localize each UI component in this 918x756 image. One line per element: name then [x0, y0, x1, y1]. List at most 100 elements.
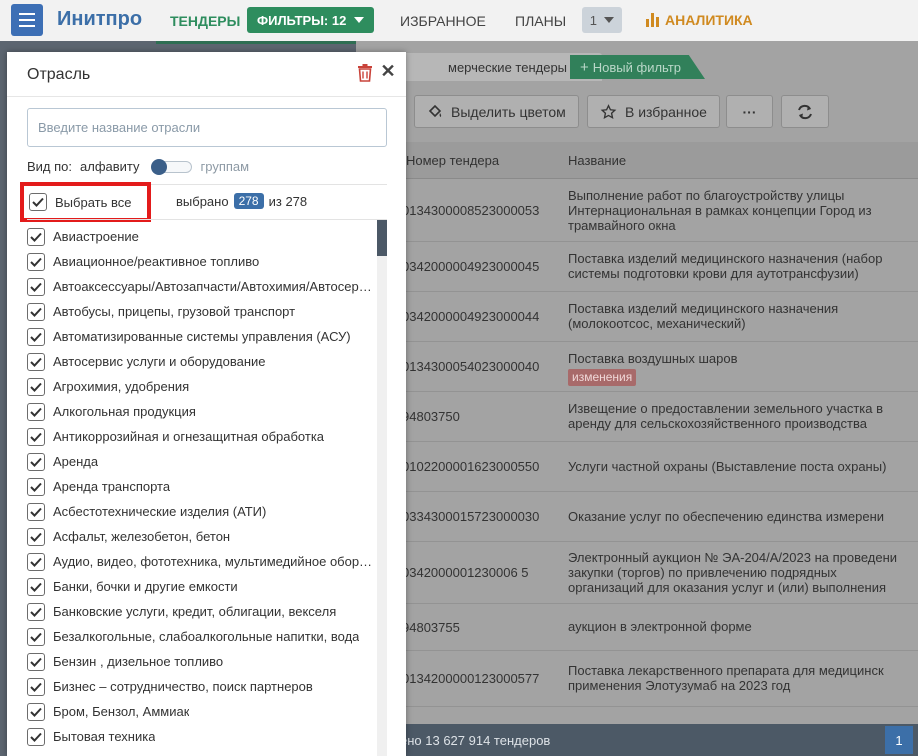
tender-number[interactable]: 94803755 — [402, 620, 460, 635]
nav-analytics-label: АНАЛИТИКА — [665, 12, 753, 28]
table-row[interactable]: 0134300008523000053 Выполнение работ по б… — [356, 180, 918, 242]
industry-item[interactable]: Агрохимия, удобрения — [27, 374, 377, 399]
panel-title: Отрасль — [27, 66, 91, 83]
industry-search-input[interactable] — [27, 108, 387, 147]
tender-title-cell[interactable]: Выполнение работ по благоустройству улиц… — [568, 188, 918, 233]
industry-item[interactable]: Бензин , дизельное топливо — [27, 649, 377, 674]
tender-number[interactable]: 94803750 — [402, 409, 460, 424]
industry-item[interactable]: Бытовая техника — [27, 724, 377, 749]
tab-new-filter[interactable]: + Новый фильтр — [570, 55, 705, 79]
tender-number[interactable]: 0134300008523000053 — [402, 203, 539, 218]
table-row[interactable]: 0342000004923000044 Поставка изделий меди… — [356, 292, 918, 342]
more-actions-button[interactable]: ··· — [726, 95, 773, 128]
tender-title: Электронный аукцион № ЭА-204/А/2023 на п… — [568, 550, 898, 595]
tender-title-cell[interactable]: Электронный аукцион № ЭА-204/А/2023 на п… — [568, 550, 918, 595]
tender-number[interactable]: 0134300054023000040 — [402, 359, 539, 374]
table-row[interactable]: 94803755 аукцион в электронной форме — [356, 604, 918, 651]
tender-title-cell[interactable]: Поставка лекарственного препарата для ме… — [568, 663, 918, 693]
nav-tenders[interactable]: ТЕНДЕРЫ — [170, 13, 240, 29]
divider — [27, 219, 387, 220]
tender-title-cell[interactable]: Поставка изделий медицинского назначения… — [568, 251, 918, 281]
tender-number[interactable]: 0334300015723000030 — [402, 509, 539, 524]
table-row[interactable]: 0134200000123000577 Поставка лекарственно… — [356, 651, 918, 707]
checkbox-checked-icon — [27, 352, 45, 371]
selected-count: выбрано 278 из 278 — [176, 193, 307, 209]
industry-item[interactable]: Бром, Бензол, Аммиак — [27, 699, 377, 724]
nav-plans[interactable]: ПЛАНЫ — [515, 13, 566, 29]
tender-number[interactable]: 0102200001623000550 — [402, 459, 539, 474]
industry-item[interactable]: Банки, бочки и другие емкости — [27, 574, 377, 599]
industry-item-label: Алкогольная продукция — [53, 404, 196, 419]
menu-icon[interactable] — [11, 4, 43, 36]
nav-favorites[interactable]: ИЗБРАННОЕ — [400, 13, 486, 29]
checkbox-checked-icon — [27, 577, 45, 596]
tender-number[interactable]: 0342000001230006 5 — [402, 565, 529, 580]
view-alphabet-option[interactable]: алфавиту — [80, 159, 140, 174]
column-header-name[interactable]: Название — [568, 153, 626, 168]
industry-item[interactable]: Аренда — [27, 449, 377, 474]
tender-title-cell[interactable]: Поставка воздушных шаров изменения — [568, 351, 918, 386]
checkbox-checked-icon — [27, 702, 45, 721]
industry-item[interactable]: Автоматизированные системы управления (А… — [27, 324, 377, 349]
trash-icon[interactable] — [357, 64, 373, 82]
table-row[interactable]: 94803750 Извещение о предоставлении земел… — [356, 392, 918, 442]
list-scrollbar[interactable] — [377, 220, 387, 756]
plans-count-dropdown[interactable]: 1 — [582, 7, 622, 33]
checkbox-checked-icon — [29, 193, 47, 211]
grid-footer: ено 13 627 914 тендеров 1 — [356, 724, 918, 756]
industry-item[interactable]: Безалкогольные, слабоалкогольные напитки… — [27, 624, 377, 649]
checkbox-checked-icon — [27, 677, 45, 696]
industry-item[interactable]: Аудио, видео, фототехника, мультимедийно… — [27, 549, 377, 574]
tab-new-filter-label: Новый фильтр — [592, 59, 681, 75]
industry-item[interactable]: Авиационное/реактивное топливо — [27, 249, 377, 274]
industry-item[interactable]: Автобусы, прицепы, грузовой транспорт — [27, 299, 377, 324]
selected-total: из 278 — [268, 193, 308, 209]
page-number-button[interactable]: 1 — [885, 726, 913, 754]
industry-item[interactable]: Алкогольная продукция — [27, 399, 377, 424]
tender-title-cell[interactable]: Извещение о предоставлении земельного уч… — [568, 401, 918, 431]
tender-title-cell[interactable]: Услуги частной охраны (Выставление поста… — [568, 459, 918, 474]
industry-item[interactable]: Антикоррозийная и огнезащитная обработка — [27, 424, 377, 449]
table-row[interactable]: 0334300015723000030 Оказание услуг по обе… — [356, 492, 918, 542]
view-mode-switch[interactable] — [150, 158, 192, 175]
industry-item[interactable]: Аренда транспорта — [27, 474, 377, 499]
table-row[interactable]: 0342000001230006 5 Электронный аукцион № … — [356, 542, 918, 604]
chevron-down-icon — [354, 17, 365, 23]
industry-item[interactable]: Асфальт, железобетон, бетон — [27, 524, 377, 549]
industry-item[interactable]: Банковские услуги, кредит, облигации, ве… — [27, 599, 377, 624]
refresh-button[interactable] — [781, 95, 829, 128]
tender-number[interactable]: 0342000004923000045 — [402, 259, 539, 274]
column-header-number[interactable]: Номер тендера — [406, 153, 499, 168]
table-row[interactable]: 0134300054023000040 Поставка воздушных ша… — [356, 342, 918, 392]
tab-label: мерческие тендеры — [448, 59, 568, 75]
add-to-favorites-button[interactable]: В избранное — [587, 95, 720, 128]
checkbox-checked-icon — [27, 477, 45, 496]
app-logo[interactable]: Инитпро — [57, 8, 142, 31]
table-row[interactable]: 0102200001623000550 Услуги частной охраны… — [356, 442, 918, 492]
checkbox-checked-icon — [27, 377, 45, 396]
industry-item[interactable]: Бизнес – сотрудничество, поиск партнеров — [27, 674, 377, 699]
industry-item[interactable]: Автоаксессуары/Автозапчасти/Автохимия/Ав… — [27, 274, 377, 299]
tender-number[interactable]: 0134200000123000577 — [402, 671, 539, 686]
industry-item[interactable]: Автосервис услуги и оборудование — [27, 349, 377, 374]
checkbox-checked-icon — [27, 502, 45, 521]
tender-title-cell[interactable]: Оказание услуг по обеспечению единства и… — [568, 509, 918, 524]
industry-item-label: Автобусы, прицепы, грузовой транспорт — [53, 304, 296, 319]
industry-item[interactable]: Асбестотехнические изделия (АТИ) — [27, 499, 377, 524]
nav-analytics[interactable]: АНАЛИТИКА — [646, 12, 753, 28]
view-groups-option[interactable]: группам — [201, 159, 250, 174]
table-row[interactable]: 0342000004923000045 Поставка изделий меди… — [356, 242, 918, 292]
highlight-color-button[interactable]: Выделить цветом — [414, 95, 579, 128]
chevron-down-icon — [604, 17, 615, 23]
tender-title-cell[interactable]: аукцион в электронной форме — [568, 619, 918, 634]
tender-title-cell[interactable]: Поставка изделий медицинского назначения… — [568, 301, 918, 331]
select-all-checkbox[interactable]: Выбрать все — [29, 193, 131, 211]
checkbox-checked-icon — [27, 527, 45, 546]
industry-item[interactable]: Авиастроение — [27, 224, 377, 249]
scrollbar-thumb[interactable] — [377, 220, 387, 256]
view-by-label: Вид по: — [27, 159, 73, 174]
close-icon[interactable]: ✕ — [380, 62, 396, 80]
tender-number[interactable]: 0342000004923000044 — [402, 309, 539, 324]
filters-dropdown-button[interactable]: ФИЛЬТРЫ: 12 — [247, 7, 375, 33]
sidebar-accent-bar — [156, 41, 356, 44]
